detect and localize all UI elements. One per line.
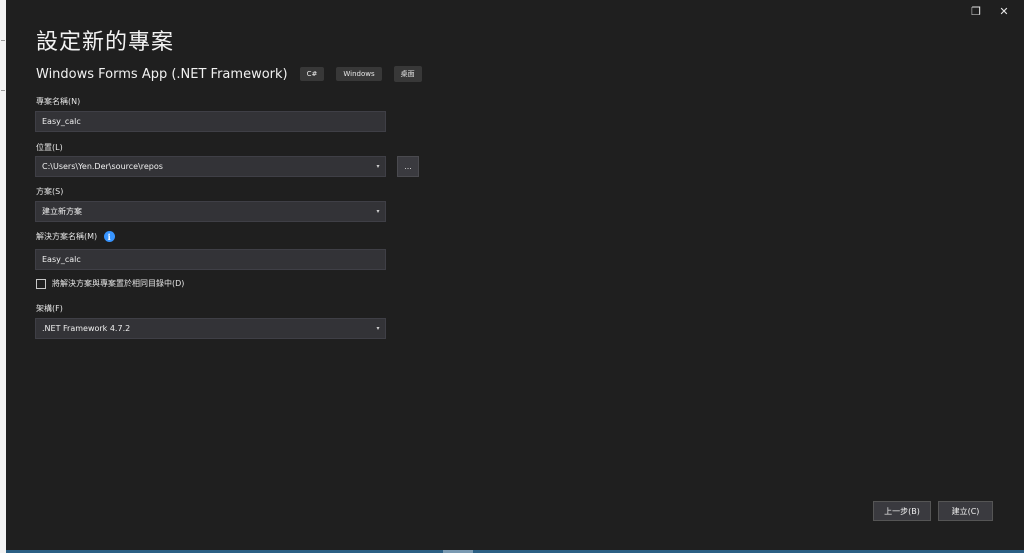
tag-language: C#	[299, 67, 325, 81]
solution-name-input[interactable]: Easy_calc	[35, 249, 386, 270]
create-button[interactable]: 建立(C)	[938, 501, 993, 521]
solution-name-label-row: 解決方案名稱(M) i	[36, 231, 115, 242]
strip-mark	[1, 40, 5, 41]
same-directory-option[interactable]: 將解決方案與專案置於相同目錄中(D)	[36, 278, 184, 289]
solution-name-label: 解決方案名稱(M)	[36, 232, 98, 241]
strip-mark	[1, 90, 5, 91]
solution-label: 方案(S)	[36, 187, 64, 196]
chevron-down-icon[interactable]: ▾	[371, 163, 385, 170]
framework-label: 架構(F)	[36, 304, 63, 313]
solution-select[interactable]: 建立新方案 ▾	[35, 201, 386, 222]
template-info: Windows Forms App (.NET Framework) C# Wi…	[36, 66, 422, 82]
close-icon[interactable]: ✕	[990, 3, 1018, 19]
tag-type: 桌面	[393, 66, 422, 82]
location-value: C:\Users\Yen.Der\source\repos	[42, 162, 163, 171]
project-name-value: Easy_calc	[42, 117, 81, 126]
solution-name-value: Easy_calc	[42, 255, 81, 264]
location-label: 位置(L)	[36, 143, 63, 152]
solution-value: 建立新方案	[42, 207, 82, 216]
same-directory-checkbox[interactable]	[36, 278, 46, 289]
page-title: 設定新的專案	[36, 30, 175, 55]
framework-select[interactable]: .NET Framework 4.7.2 ▾	[35, 318, 386, 339]
window-controls: ❐ ✕	[962, 3, 1018, 19]
browse-button[interactable]: ...	[397, 156, 419, 177]
chevron-down-icon[interactable]: ▾	[371, 325, 385, 332]
chevron-down-icon[interactable]: ▾	[371, 208, 385, 215]
back-button[interactable]: 上一步(B)	[873, 501, 931, 521]
same-directory-label[interactable]: 將解決方案與專案置於相同目錄中(D)	[52, 278, 184, 289]
project-name-label: 專案名稱(N)	[36, 97, 81, 106]
tag-platform: Windows	[336, 67, 382, 81]
location-combobox[interactable]: C:\Users\Yen.Der\source\repos ▾	[35, 156, 386, 177]
template-name: Windows Forms App (.NET Framework)	[36, 66, 288, 82]
background-window-strip	[0, 0, 6, 553]
framework-value: .NET Framework 4.7.2	[42, 324, 131, 333]
project-name-input[interactable]: Easy_calc	[35, 111, 386, 132]
info-icon[interactable]: i	[103, 231, 115, 242]
restore-icon[interactable]: ❐	[962, 3, 990, 19]
